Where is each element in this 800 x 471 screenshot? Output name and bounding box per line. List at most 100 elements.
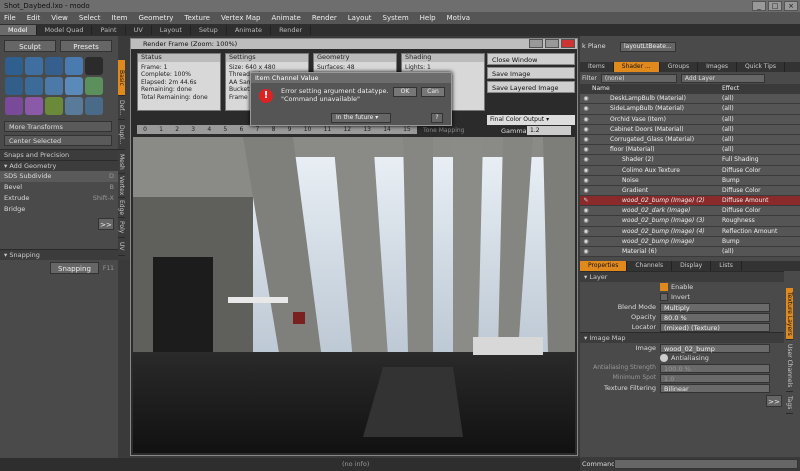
scale-icon[interactable] — [45, 97, 63, 115]
vtab-poly[interactable]: Poly — [118, 218, 125, 238]
menu-layout[interactable]: Layout — [348, 14, 372, 22]
enable-checkbox[interactable] — [660, 283, 668, 292]
vtab-mesh[interactable]: Mesh — [118, 150, 125, 174]
add-layer-dropdown[interactable]: Add Layer — [680, 73, 765, 83]
more-properties-button[interactable]: >> — [766, 395, 782, 408]
shader-row[interactable]: ◉ Orchid Vase (Item) (all) — [580, 114, 800, 125]
cube-icon[interactable] — [5, 57, 23, 75]
menu-help[interactable]: Help — [420, 14, 436, 22]
tab-shader-tree[interactable]: Shader ... — [613, 62, 660, 72]
tab-paint[interactable]: Paint — [92, 25, 126, 35]
image-map-section-header[interactable]: ▾ Image Map — [580, 332, 784, 344]
menu-animate[interactable]: Animate — [271, 14, 300, 22]
eye-icon[interactable]: ◉ — [580, 176, 592, 185]
menu-motiva[interactable]: Motiva — [447, 14, 470, 22]
cylinder-icon[interactable] — [45, 57, 63, 75]
render-minimize-icon[interactable] — [529, 39, 543, 48]
shader-row[interactable]: ◉ Cabinet Doors (Material) (all) — [580, 124, 800, 135]
vtab-uv[interactable]: UV — [118, 238, 125, 256]
render-close-icon[interactable] — [561, 39, 575, 48]
antialiasing-toggle[interactable] — [660, 354, 668, 363]
menu-edit[interactable]: Edit — [27, 14, 41, 22]
transform-icon[interactable] — [65, 97, 83, 115]
shader-row[interactable]: ◉ DeskLampBulb (Material) (all) — [580, 94, 800, 105]
tab-lists[interactable]: Lists — [711, 261, 742, 272]
eye-icon[interactable]: ◉ — [580, 125, 592, 134]
shader-row-selected[interactable]: ✎ wood_02_bump (Image) (2) Diffuse Amount — [580, 196, 800, 207]
vtab-vertex[interactable]: Vertex — [118, 174, 125, 198]
tab-channels[interactable]: Channels — [627, 261, 673, 272]
sculpt-button[interactable]: Sculpt — [4, 40, 56, 52]
snapping-header[interactable]: ▾ Snapping — [0, 249, 118, 260]
tab-render[interactable]: Render — [271, 25, 312, 35]
shader-row[interactable]: ◉ Colimo Aux Texture Diffuse Color — [580, 165, 800, 176]
shader-row[interactable]: ◉ SideLampBulb (Material) (all) — [580, 104, 800, 115]
cancel-button[interactable]: Can — [421, 87, 445, 97]
save-image-button[interactable]: Save Image — [487, 67, 575, 79]
maximize-icon[interactable]: □ — [768, 1, 782, 11]
eye-icon[interactable]: ◉ — [580, 94, 592, 103]
torus-icon[interactable] — [5, 77, 23, 95]
shader-row[interactable]: ◉ Shader (2) Full Shading — [580, 155, 800, 166]
shader-row[interactable]: ◉ floor (Material) (all) — [580, 145, 800, 156]
text-tool-icon[interactable] — [85, 77, 103, 95]
eye-icon[interactable]: ◉ — [580, 135, 592, 144]
shader-row[interactable]: ◉ wood_02_dark (Image) Diffuse Color — [580, 206, 800, 217]
minimize-icon[interactable]: _ — [752, 1, 766, 11]
tab-display[interactable]: Display — [672, 261, 712, 272]
menu-texture[interactable]: Texture — [184, 14, 210, 22]
menu-item[interactable]: Item — [112, 14, 128, 22]
menu-select[interactable]: Select — [79, 14, 101, 22]
brush-icon[interactable]: ✎ — [580, 196, 592, 205]
menu-file[interactable]: File — [4, 14, 16, 22]
capsule-icon[interactable] — [25, 77, 43, 95]
sphere-icon[interactable] — [25, 57, 43, 75]
min-spot-input[interactable]: 1.0 — [660, 373, 770, 383]
eye-icon[interactable]: ◉ — [580, 115, 592, 124]
tab-images[interactable]: Images — [698, 62, 738, 72]
invert-checkbox[interactable] — [660, 293, 668, 302]
shader-row[interactable]: ◉ wood_02_bump (Image) (3) Roughness — [580, 216, 800, 227]
eye-icon[interactable]: ◉ — [580, 247, 592, 256]
tab-properties[interactable]: Properties — [580, 261, 628, 272]
presets-button[interactable]: Presets — [60, 40, 112, 52]
menu-geometry[interactable]: Geometry — [138, 14, 173, 22]
vtab-tags[interactable]: Tags — [786, 392, 793, 414]
eye-icon[interactable]: ◉ — [580, 104, 592, 113]
plane-icon[interactable] — [65, 77, 83, 95]
element-move-icon[interactable] — [85, 97, 103, 115]
opacity-input[interactable]: 80.0 % — [660, 312, 770, 322]
shader-row[interactable]: ◉ Material (6) (all) — [580, 247, 800, 258]
shader-row[interactable]: ◉ wood_02_bump (Image) (4) Reflection Amou… — [580, 226, 800, 237]
menu-render[interactable]: Render — [312, 14, 337, 22]
more-transforms-dropdown[interactable]: More Transforms — [4, 121, 112, 132]
vtab-user-channels[interactable]: User Channels — [786, 340, 793, 392]
close-icon[interactable]: × — [784, 1, 798, 11]
tab-uv[interactable]: UV — [126, 25, 152, 35]
in-the-future-dropdown[interactable]: In the future ▾ — [331, 113, 391, 123]
more-tools-button[interactable]: >> — [98, 218, 114, 230]
eye-icon[interactable]: ◉ — [580, 155, 592, 164]
tab-groups[interactable]: Groups — [660, 62, 699, 72]
menu-view[interactable]: View — [51, 14, 68, 22]
tab-model-quad[interactable]: Model Quad — [37, 25, 93, 35]
vtab-deform[interactable]: Def... — [118, 96, 125, 120]
render-maximize-icon[interactable] — [545, 39, 559, 48]
cone-icon[interactable] — [65, 57, 83, 75]
tool-bridge[interactable]: Bridge — [0, 204, 118, 215]
layout-combo[interactable]: layoutLtBeate... — [620, 42, 676, 52]
shader-row[interactable]: ◉ Corrugated_Glass (Material) (all) — [580, 134, 800, 146]
tool-bevel[interactable]: Bevel B — [0, 182, 118, 193]
snaps-precision-header[interactable]: Snaps and Precision — [0, 149, 118, 160]
texture-filtering-dropdown[interactable]: Bilinear — [660, 383, 770, 393]
close-window-button[interactable]: Close Window — [487, 53, 575, 65]
save-layered-image-button[interactable]: Save Layered Image — [487, 81, 575, 93]
tab-animate[interactable]: Animate — [227, 25, 272, 35]
center-selected-dropdown[interactable]: Center Selected — [4, 135, 112, 146]
tab-setup[interactable]: Setup — [191, 25, 227, 35]
command-input[interactable] — [614, 459, 798, 469]
gamma-input[interactable]: 1.2 — [527, 126, 571, 135]
snapping-button[interactable]: Snapping — [50, 262, 99, 274]
eye-icon[interactable]: ◉ — [580, 186, 592, 195]
eye-icon[interactable]: ◉ — [580, 145, 592, 154]
